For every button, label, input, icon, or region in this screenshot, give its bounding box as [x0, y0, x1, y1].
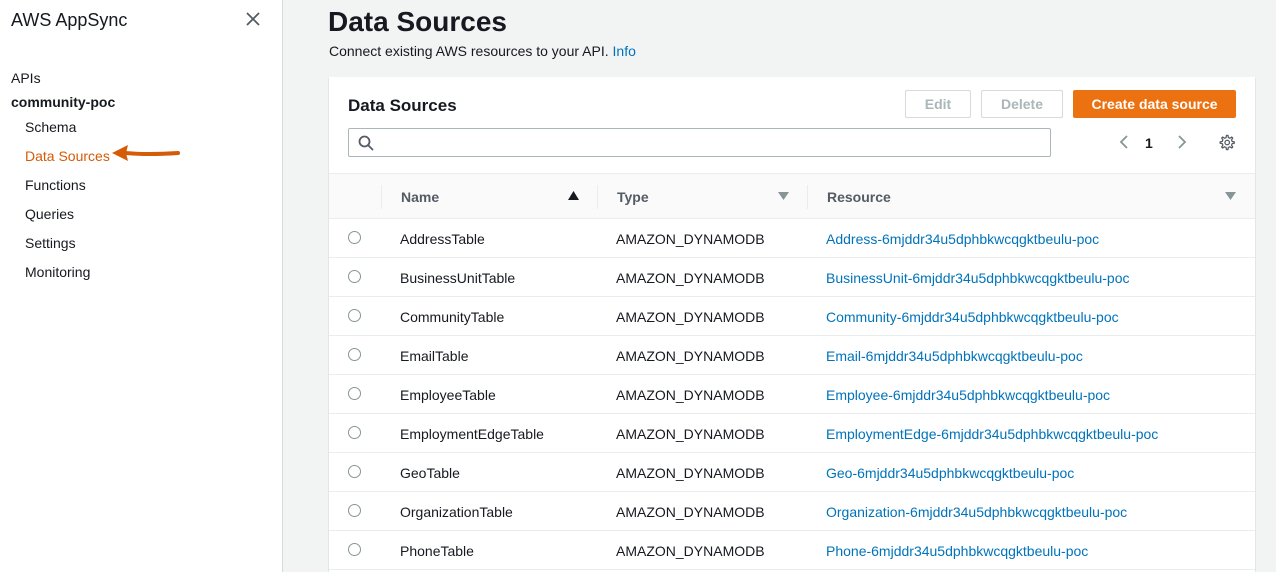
row-radio[interactable] — [348, 309, 361, 322]
row-resource-link[interactable]: Community-6mjddr34u5dphbkwcqgktbeulu-poc — [826, 309, 1119, 325]
row-radio[interactable] — [348, 348, 361, 361]
row-name: EmployeeTable — [400, 387, 496, 403]
sidebar-item-data-sources[interactable]: Data Sources — [25, 148, 110, 164]
row-radio[interactable] — [348, 426, 361, 439]
row-resource-link[interactable]: Organization-6mjddr34u5dphbkwcqgktbeulu-… — [826, 504, 1127, 520]
row-type: AMAZON_DYNAMODB — [616, 504, 765, 520]
row-name: EmploymentEdgeTable — [400, 426, 544, 442]
page-subtitle-text: Connect existing AWS resources to your A… — [329, 43, 609, 59]
row-radio[interactable] — [348, 387, 361, 400]
sidebar-item-apis[interactable]: APIs — [11, 70, 41, 86]
column-divider — [381, 185, 382, 209]
sidebar-item-queries[interactable]: Queries — [25, 206, 74, 222]
table-row[interactable]: CommunityTable AMAZON_DYNAMODB Community… — [329, 297, 1255, 336]
gear-icon[interactable] — [1218, 134, 1235, 151]
row-resource-link[interactable]: Geo-6mjddr34u5dphbkwcqgktbeulu-poc — [826, 465, 1074, 481]
row-radio[interactable] — [348, 504, 361, 517]
column-divider — [597, 185, 598, 209]
row-type: AMAZON_DYNAMODB — [616, 348, 765, 364]
table-row[interactable]: AddressTable AMAZON_DYNAMODB Address-6mj… — [329, 219, 1255, 258]
search-box[interactable] — [348, 128, 1051, 157]
row-resource-link[interactable]: EmploymentEdge-6mjddr34u5dphbkwcqgktbeul… — [826, 426, 1158, 442]
chevron-left-icon[interactable] — [1117, 134, 1131, 150]
page-subtitle: Connect existing AWS resources to your A… — [329, 43, 636, 59]
page-number[interactable]: 1 — [1145, 135, 1153, 151]
create-data-source-button[interactable]: Create data source — [1073, 90, 1236, 118]
row-name: EmailTable — [400, 348, 469, 364]
row-name: CommunityTable — [400, 309, 505, 325]
sidebar-item-schema[interactable]: Schema — [25, 119, 76, 135]
info-link[interactable]: Info — [613, 43, 636, 59]
row-radio[interactable] — [348, 543, 361, 556]
column-divider — [807, 185, 808, 209]
row-resource-link[interactable]: Address-6mjddr34u5dphbkwcqgktbeulu-poc — [826, 231, 1099, 247]
row-type: AMAZON_DYNAMODB — [616, 543, 765, 559]
row-type: AMAZON_DYNAMODB — [616, 387, 765, 403]
sidebar-item-monitoring[interactable]: Monitoring — [25, 264, 90, 280]
table-row[interactable]: EmailTable AMAZON_DYNAMODB Email-6mjddr3… — [329, 336, 1255, 375]
sidebar: AWS AppSync APIs community-poc Schema Da… — [0, 0, 283, 572]
sort-ascending-icon[interactable] — [568, 191, 579, 200]
column-header-type[interactable]: Type — [617, 189, 649, 205]
row-radio[interactable] — [348, 465, 361, 478]
row-name: PhoneTable — [400, 543, 474, 559]
row-type: AMAZON_DYNAMODB — [616, 270, 765, 286]
chevron-right-icon[interactable] — [1175, 134, 1189, 150]
sidebar-item-functions[interactable]: Functions — [25, 177, 86, 193]
row-name: AddressTable — [400, 231, 485, 247]
row-type: AMAZON_DYNAMODB — [616, 309, 765, 325]
table-row[interactable]: PhoneTable AMAZON_DYNAMODB Phone-6mjddr3… — [329, 531, 1255, 570]
close-icon[interactable] — [244, 10, 262, 28]
row-resource-link[interactable]: Email-6mjddr34u5dphbkwcqgktbeulu-poc — [826, 348, 1083, 364]
data-sources-panel: Data Sources Edit Delete Create data sou… — [329, 77, 1255, 572]
edit-button[interactable]: Edit — [905, 90, 971, 118]
table-row[interactable]: EmployeeTable AMAZON_DYNAMODB Employee-6… — [329, 375, 1255, 414]
page-title: Data Sources — [328, 6, 507, 37]
search-input[interactable] — [383, 132, 1043, 153]
row-name: BusinessUnitTable — [400, 270, 516, 286]
table-row[interactable]: BusinessUnitTable AMAZON_DYNAMODB Busine… — [329, 258, 1255, 297]
table-row[interactable]: EmploymentEdgeTable AMAZON_DYNAMODB Empl… — [329, 414, 1255, 453]
table-row[interactable]: OrganizationTable AMAZON_DYNAMODB Organi… — [329, 492, 1255, 531]
annotation-arrow — [112, 145, 180, 161]
sort-descending-icon[interactable] — [1225, 192, 1236, 200]
sidebar-title: AWS AppSync — [11, 10, 128, 30]
search-icon — [358, 135, 374, 151]
row-type: AMAZON_DYNAMODB — [616, 231, 765, 247]
row-resource-link[interactable]: BusinessUnit-6mjddr34u5dphbkwcqgktbeulu-… — [826, 270, 1130, 286]
column-header-resource[interactable]: Resource — [827, 189, 891, 205]
table-row[interactable]: GeoTable AMAZON_DYNAMODB Geo-6mjddr34u5d… — [329, 453, 1255, 492]
row-radio[interactable] — [348, 270, 361, 283]
row-type: AMAZON_DYNAMODB — [616, 465, 765, 481]
row-name: OrganizationTable — [400, 504, 513, 520]
panel-title: Data Sources — [348, 96, 457, 115]
table-header: Name Type Resource — [329, 173, 1255, 219]
row-resource-link[interactable]: Phone-6mjddr34u5dphbkwcqgktbeulu-poc — [826, 543, 1088, 559]
sort-descending-icon[interactable] — [778, 192, 789, 200]
row-resource-link[interactable]: Employee-6mjddr34u5dphbkwcqgktbeulu-poc — [826, 387, 1110, 403]
row-radio[interactable] — [348, 231, 361, 244]
row-type: AMAZON_DYNAMODB — [616, 426, 765, 442]
sidebar-item-settings[interactable]: Settings — [25, 235, 76, 251]
sidebar-api-name[interactable]: community-poc — [11, 94, 115, 110]
delete-button[interactable]: Delete — [981, 90, 1063, 118]
column-header-name[interactable]: Name — [401, 189, 439, 205]
row-name: GeoTable — [400, 465, 460, 481]
